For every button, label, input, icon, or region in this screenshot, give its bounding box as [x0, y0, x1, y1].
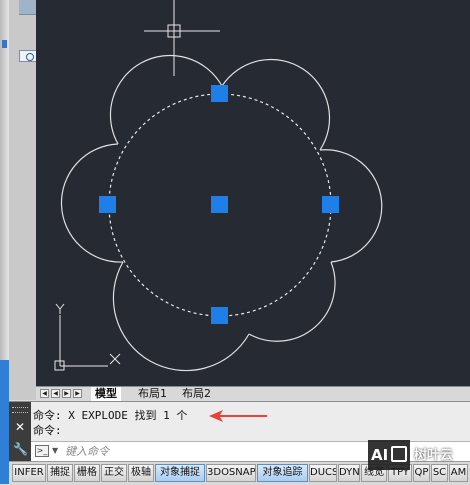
status-qp-button[interactable]: QP	[413, 464, 430, 482]
status-3dosnap-button[interactable]: 3DOSNAP	[206, 464, 256, 482]
ucs-icon	[54, 303, 121, 371]
left-frame-accent	[0, 360, 9, 484]
status-sc-button[interactable]: SC	[431, 464, 448, 482]
crosshair-cursor	[144, 0, 220, 76]
last-tab-icon[interactable]: ▶	[73, 389, 82, 398]
status-infer-button[interactable]: INFER	[12, 464, 46, 482]
drawing	[54, 0, 383, 372]
tab-model[interactable]: 模型	[91, 387, 121, 401]
command-input[interactable]	[65, 444, 365, 459]
watermark-text: 树叶云	[414, 448, 454, 463]
status-dyn-button[interactable]: DYN	[338, 464, 360, 482]
grip-bottom[interactable]	[211, 307, 228, 324]
drag-handle-icon[interactable]	[12, 407, 28, 413]
tab-layout1[interactable]: 布局1	[134, 387, 171, 401]
status-osnap-button[interactable]: 对象捕捉	[155, 464, 205, 482]
prev-tab-icon[interactable]: ◀	[51, 389, 60, 398]
layout-tabs-bar: ◀ ◀ ▶ ▶ 模型 布局1 布局2	[36, 386, 470, 401]
grip-left[interactable]	[99, 196, 116, 213]
close-icon[interactable]: ✕	[14, 421, 26, 433]
status-polar-button[interactable]: 极轴	[128, 464, 154, 482]
status-am-button[interactable]: AM	[449, 464, 468, 482]
frame-marker-icon	[2, 40, 7, 48]
drawing-canvas[interactable]	[36, 0, 470, 386]
grip-center[interactable]	[211, 196, 228, 213]
command-history-line: 命令: X EXPLODE 找到 1 个	[33, 409, 188, 422]
chevron-down-icon[interactable]: ▼	[52, 446, 58, 455]
first-tab-icon[interactable]: ◀	[40, 389, 49, 398]
command-history-line: 命令:	[33, 424, 62, 437]
tab-layout2[interactable]: 布局2	[178, 387, 215, 401]
grip-top[interactable]	[211, 85, 228, 102]
grip-right[interactable]	[322, 196, 339, 213]
status-snap-button[interactable]: 捕捉	[47, 464, 73, 482]
command-prompt-icon[interactable]: >_	[35, 445, 49, 457]
side-panel	[9, 0, 44, 400]
status-otrack-button[interactable]: 对象追踪	[257, 464, 308, 482]
status-ortho-button[interactable]: 正交	[101, 464, 127, 482]
grips	[99, 85, 339, 324]
status-ducs-button[interactable]: DUCS	[309, 464, 337, 482]
command-window-grip[interactable]: ✕ 🔧	[9, 402, 31, 462]
watermark-logo: AI	[368, 440, 410, 470]
annotation-arrow-icon	[209, 410, 267, 422]
wrench-icon[interactable]: 🔧	[13, 442, 28, 456]
status-grid-button[interactable]: 栅格	[74, 464, 100, 482]
next-tab-icon[interactable]: ▶	[62, 389, 71, 398]
